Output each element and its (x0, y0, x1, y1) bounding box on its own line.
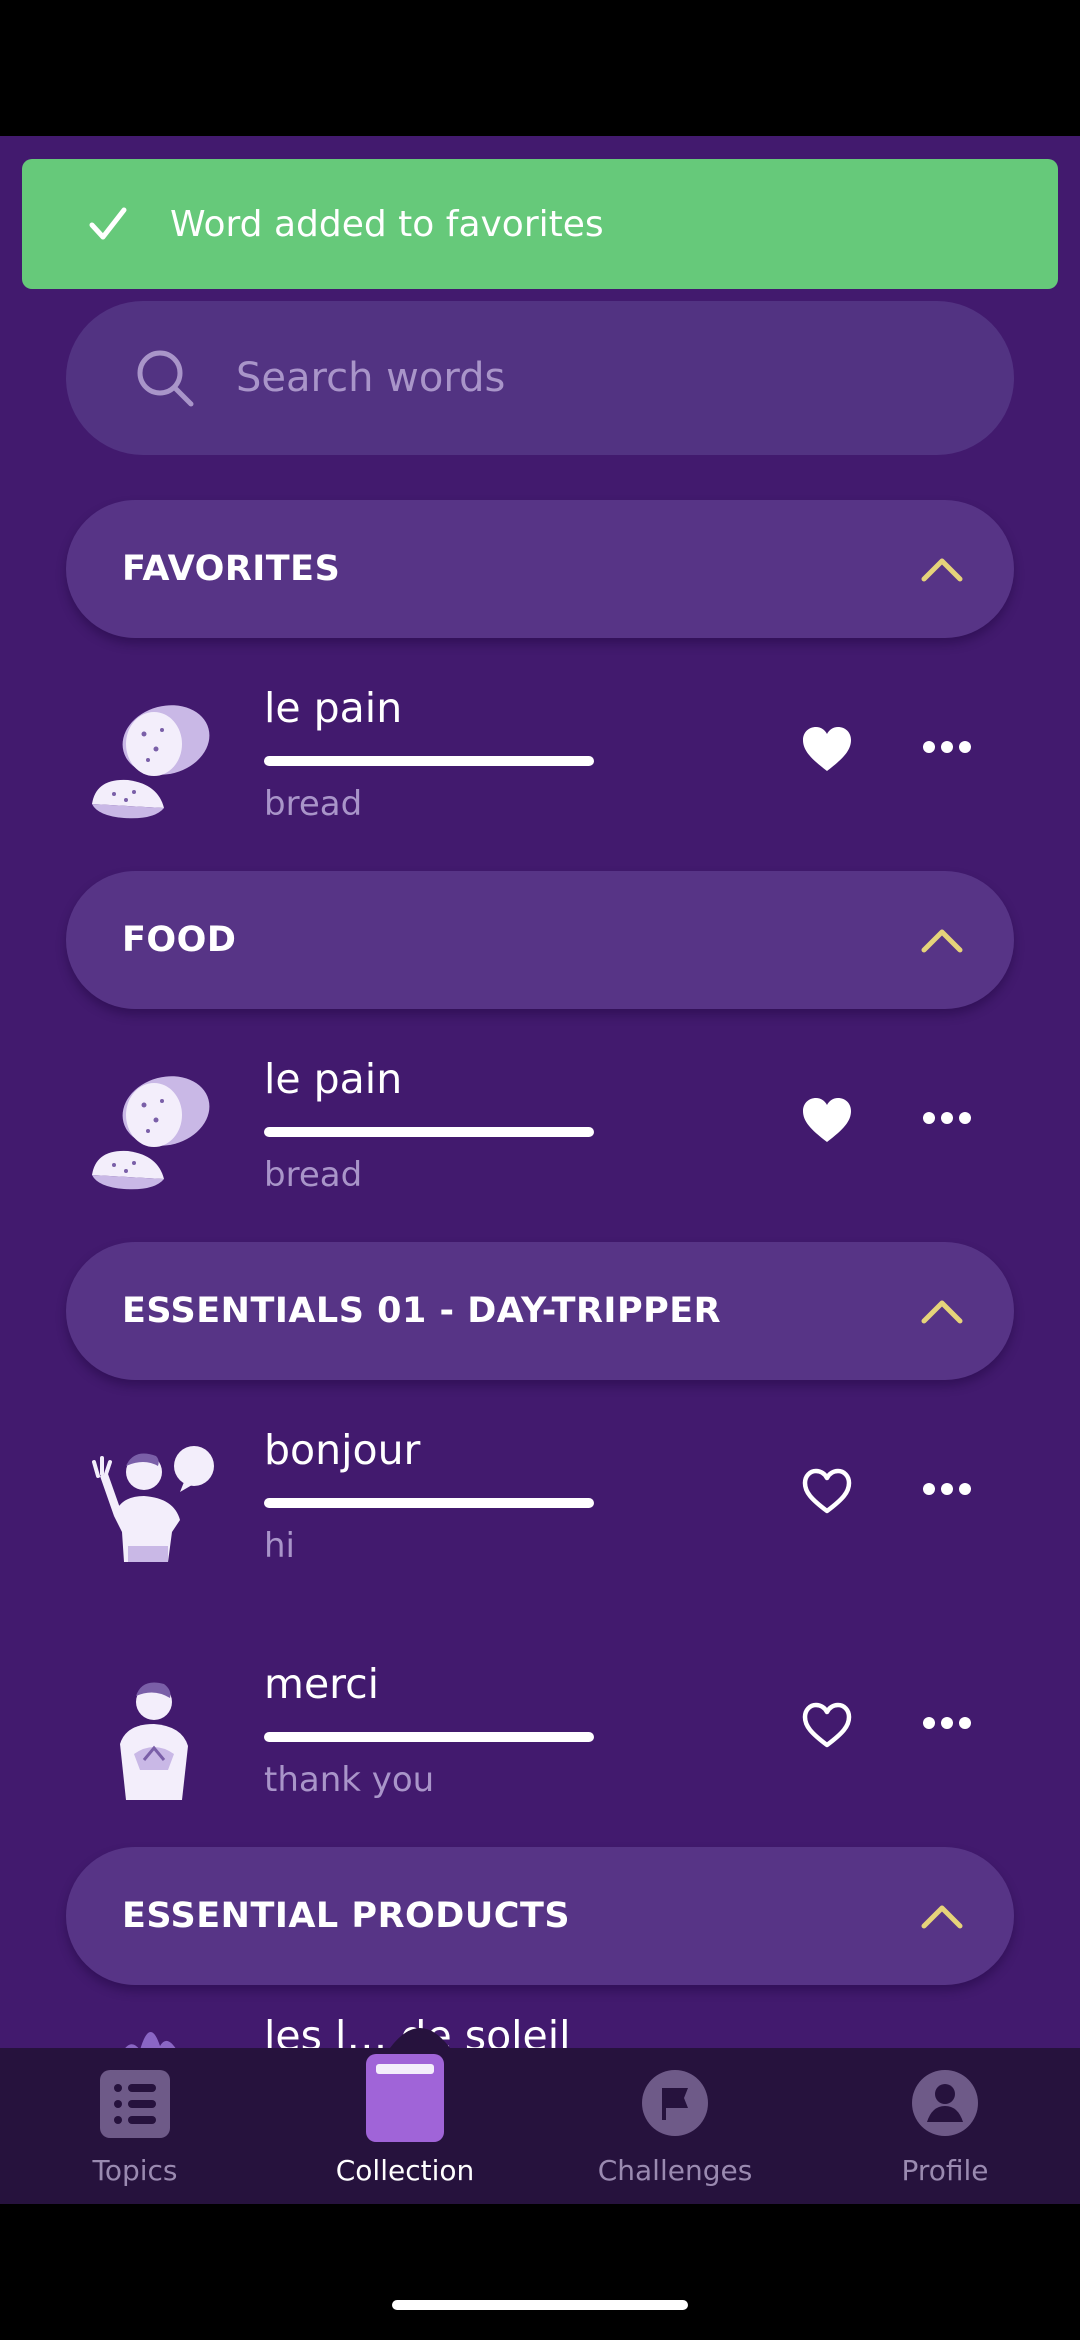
more-options-icon[interactable] (922, 1481, 972, 1497)
section-title: FOOD (122, 920, 237, 960)
progress-bar (264, 756, 594, 766)
word-text: le pain (264, 684, 403, 732)
book-icon (366, 2054, 444, 2142)
heart-filled-icon[interactable] (800, 1095, 854, 1145)
nav-item-profile[interactable]: Profile (810, 2048, 1080, 2204)
heart-filled-icon[interactable] (800, 724, 854, 774)
search-bar[interactable] (66, 301, 1014, 455)
bottom-navigation: Topics Collection Challenges Profile (0, 2048, 1080, 2204)
word-text: bonjour (264, 1426, 421, 1474)
bread-icon (92, 1076, 210, 1190)
check-icon (89, 207, 127, 240)
more-options-icon[interactable] (922, 1110, 972, 1126)
home-gesture-bar[interactable] (392, 2300, 688, 2310)
section-header-essential-products[interactable]: ESSENTIAL PRODUCTS (66, 1847, 1014, 1985)
word-row-merci[interactable]: merci thank you (0, 1660, 1080, 1860)
more-options-icon[interactable] (922, 739, 972, 755)
heart-outline-icon[interactable] (800, 1700, 854, 1750)
nav-label: Collection (335, 2154, 475, 2187)
section-header-food[interactable]: FOOD (66, 871, 1014, 1009)
translation-text: bread (264, 784, 363, 824)
thankful-man-icon (120, 1682, 188, 1800)
nav-label: Profile (901, 2154, 989, 2187)
section-header-favorites[interactable]: FAVORITES (66, 500, 1014, 638)
nav-item-challenges[interactable]: Challenges (540, 2048, 810, 2204)
section-header-essentials-01[interactable]: ESSENTIALS 01 - DAY-TRIPPER (66, 1242, 1014, 1380)
nav-label: Topics (92, 2154, 178, 2187)
status-bar (0, 0, 1080, 136)
translation-text: thank you (264, 1760, 435, 1800)
heart-outline-icon[interactable] (800, 1466, 854, 1516)
nav-item-collection[interactable]: Collection (270, 2048, 540, 2204)
word-row-le-pain-food[interactable]: le pain bread (0, 1055, 1080, 1255)
word-row-bonjour[interactable]: bonjour hi (0, 1426, 1080, 1626)
section-title: ESSENTIAL PRODUCTS (122, 1896, 571, 1936)
nav-item-topics[interactable]: Topics (0, 2048, 270, 2204)
chevron-up-icon[interactable] (920, 926, 964, 954)
bread-icon (92, 705, 210, 819)
word-text: merci (264, 1660, 380, 1708)
progress-bar (264, 1498, 594, 1508)
waving-man-icon (92, 1446, 214, 1562)
word-row-le-pain-favorites[interactable]: le pain bread (0, 684, 1080, 884)
progress-bar (264, 1127, 594, 1137)
app-screen: Word added to favorites FAVORITES le pai… (0, 136, 1080, 2204)
progress-bar (264, 1732, 594, 1742)
nav-label: Challenges (597, 2154, 753, 2187)
translation-text: hi (264, 1526, 295, 1566)
toast-message: Word added to favorites (170, 203, 604, 245)
search-input[interactable] (236, 355, 956, 401)
toast-notification[interactable]: Word added to favorites (22, 159, 1058, 289)
search-icon (137, 350, 194, 407)
chevron-up-icon[interactable] (920, 1902, 964, 1930)
profile-icon (912, 2070, 978, 2136)
chevron-up-icon[interactable] (920, 555, 964, 583)
section-title: ESSENTIALS 01 - DAY-TRIPPER (122, 1291, 722, 1331)
word-text: le pain (264, 1055, 403, 1103)
list-icon (100, 2070, 170, 2138)
translation-text: bread (264, 1155, 363, 1195)
more-options-icon[interactable] (922, 1715, 972, 1731)
flag-icon (642, 2070, 708, 2136)
chevron-up-icon[interactable] (920, 1297, 964, 1325)
section-title: FAVORITES (122, 549, 341, 589)
